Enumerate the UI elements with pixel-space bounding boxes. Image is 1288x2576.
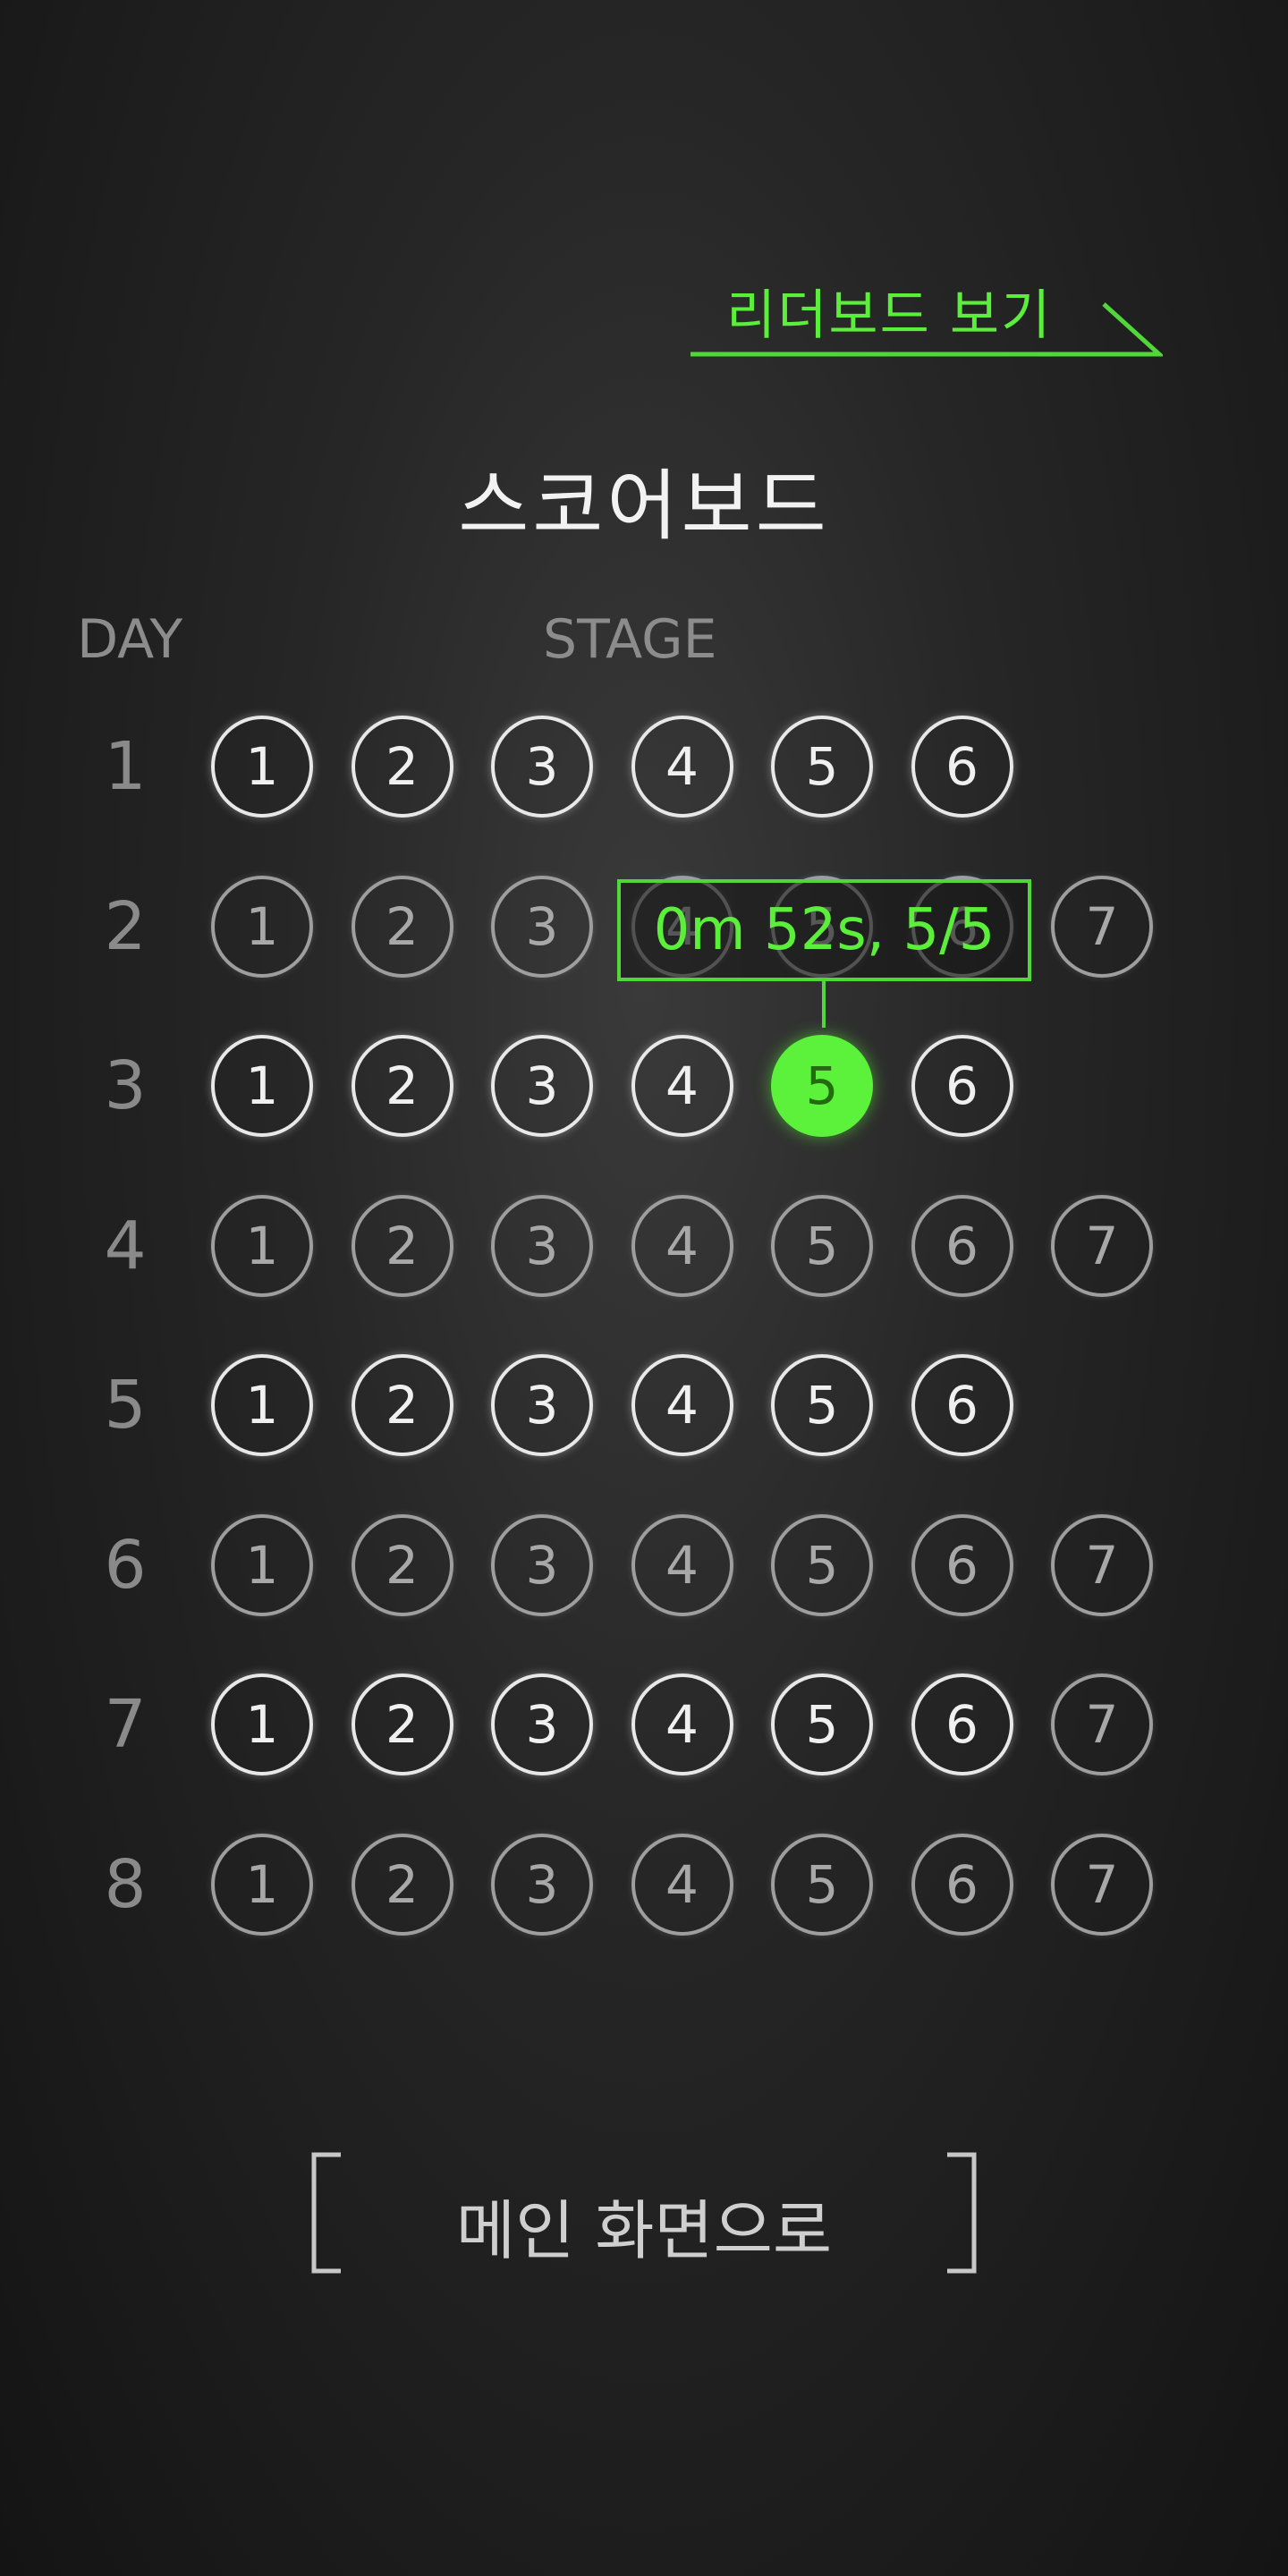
stage-button[interactable]: 6 xyxy=(911,1194,1013,1297)
arrow-underline-icon xyxy=(691,302,1163,357)
stage-button[interactable]: 5 xyxy=(771,1674,873,1775)
stage-button[interactable]: 7 xyxy=(1051,1194,1153,1297)
stage-button[interactable]: 2 xyxy=(351,1833,453,1936)
stage-button[interactable]: 1 xyxy=(211,1513,313,1616)
day-label: 3 xyxy=(104,1047,147,1124)
stage-button[interactable]: 2 xyxy=(351,1674,453,1775)
stage-button[interactable]: 7 xyxy=(1051,1674,1153,1775)
stage-result-tooltip: 0m 52s, 5/5 xyxy=(617,879,1031,981)
day-label: 5 xyxy=(104,1367,147,1444)
stage-button[interactable]: 4 xyxy=(631,1674,733,1775)
day-label: 4 xyxy=(104,1207,147,1284)
day-label: 7 xyxy=(104,1686,147,1763)
stage-button[interactable]: 2 xyxy=(351,1513,453,1616)
stage-button[interactable]: 1 xyxy=(211,1194,313,1297)
main-menu-button-label: 메인 화면으로 xyxy=(455,2193,833,2268)
stage-button[interactable]: 5 xyxy=(771,1035,873,1137)
stage-button[interactable]: 5 xyxy=(771,1513,873,1616)
stage-button[interactable]: 3 xyxy=(491,1513,593,1616)
column-header-stage: STAGE xyxy=(543,608,717,671)
day-label: 8 xyxy=(104,1845,147,1923)
page-title: 스코어보드 xyxy=(458,462,830,551)
stage-button[interactable]: 3 xyxy=(491,716,593,818)
stage-button[interactable]: 2 xyxy=(351,1194,453,1297)
stage-button[interactable]: 1 xyxy=(211,716,313,818)
day-label: 1 xyxy=(104,728,147,805)
stage-button[interactable]: 1 xyxy=(211,875,313,978)
stage-button[interactable]: 3 xyxy=(491,1354,593,1456)
stage-button[interactable]: 1 xyxy=(211,1035,313,1137)
column-header-day: DAY xyxy=(77,608,183,671)
stage-button[interactable]: 1 xyxy=(211,1674,313,1775)
stage-button[interactable]: 6 xyxy=(911,1674,1013,1775)
stage-button[interactable]: 2 xyxy=(351,716,453,818)
day-label: 6 xyxy=(104,1526,147,1604)
stage-button[interactable]: 6 xyxy=(911,1354,1013,1456)
stage-button[interactable]: 7 xyxy=(1051,1513,1153,1616)
stage-button[interactable]: 3 xyxy=(491,875,593,978)
stage-button[interactable]: 6 xyxy=(911,1035,1013,1137)
stage-button[interactable]: 6 xyxy=(911,1833,1013,1936)
stage-button[interactable]: 5 xyxy=(771,1194,873,1297)
stage-button[interactable]: 2 xyxy=(351,1354,453,1456)
stage-button[interactable]: 5 xyxy=(771,716,873,818)
stage-button[interactable]: 3 xyxy=(491,1194,593,1297)
day-label: 2 xyxy=(104,887,147,965)
stage-button[interactable]: 7 xyxy=(1051,1833,1153,1936)
main-menu-button[interactable]: 메인 화면으로 xyxy=(309,2151,979,2276)
stage-button[interactable]: 5 xyxy=(771,1354,873,1456)
stage-button[interactable]: 4 xyxy=(631,1833,733,1936)
stage-button[interactable]: 4 xyxy=(631,1035,733,1137)
stage-button[interactable]: 5 xyxy=(771,1833,873,1936)
stage-button[interactable]: 3 xyxy=(491,1674,593,1775)
stage-button[interactable]: 2 xyxy=(351,875,453,978)
stage-button[interactable]: 4 xyxy=(631,1194,733,1297)
tooltip-connector xyxy=(822,981,826,1028)
stage-button[interactable]: 1 xyxy=(211,1354,313,1456)
stage-button[interactable]: 3 xyxy=(491,1833,593,1936)
stage-button[interactable]: 3 xyxy=(491,1035,593,1137)
stage-button[interactable]: 4 xyxy=(631,716,733,818)
stage-button[interactable]: 6 xyxy=(911,716,1013,818)
stage-button[interactable]: 6 xyxy=(911,1513,1013,1616)
stage-button[interactable]: 4 xyxy=(631,1354,733,1456)
stage-button[interactable]: 2 xyxy=(351,1035,453,1137)
stage-button[interactable]: 4 xyxy=(631,1513,733,1616)
stage-button[interactable]: 1 xyxy=(211,1833,313,1936)
leaderboard-link[interactable]: 리더보드 보기 xyxy=(689,265,1163,363)
stage-button[interactable]: 7 xyxy=(1051,875,1153,978)
